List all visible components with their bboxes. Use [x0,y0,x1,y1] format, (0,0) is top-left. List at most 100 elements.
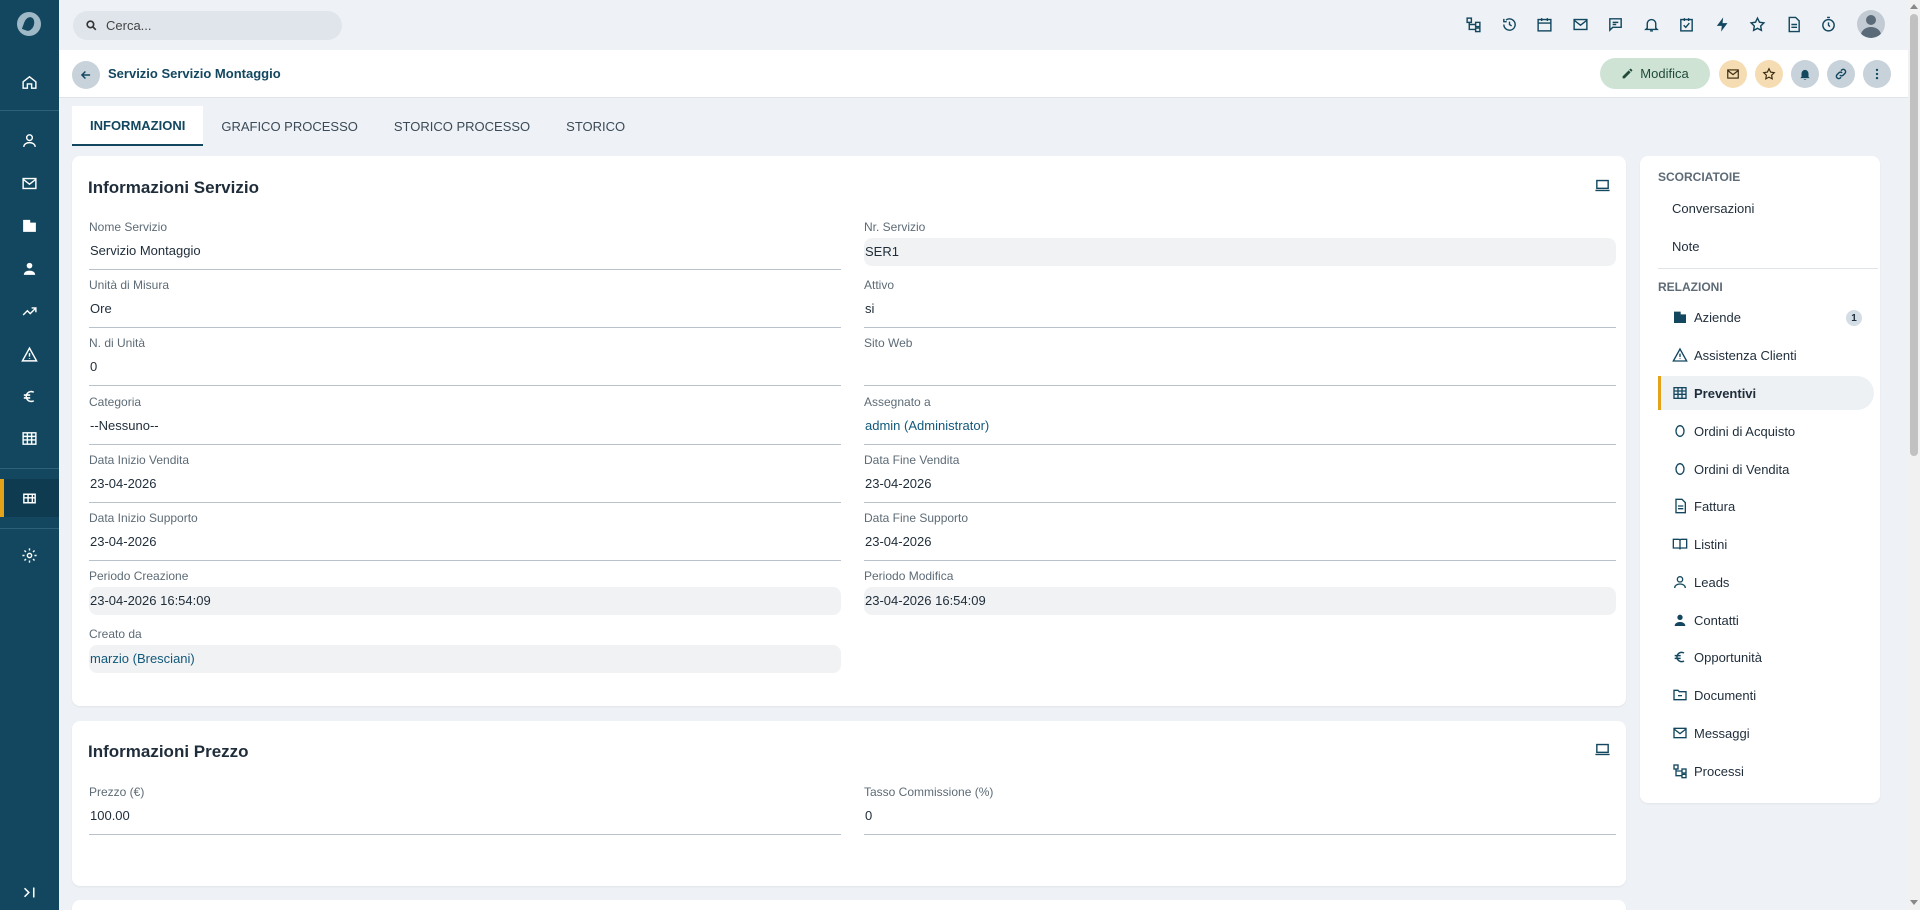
relation-ordini-acquisto[interactable]: Ordini di Acquisto [1658,414,1874,448]
link-icon [1835,68,1847,80]
relation-ordini-vendita[interactable]: Ordini di Vendita [1658,452,1874,486]
home-icon[interactable] [0,64,59,100]
relation-label: Preventivi [1694,385,1757,401]
relation-listini[interactable]: Listini [1658,527,1874,561]
relation-label: Fattura [1694,498,1736,514]
field-sito-web[interactable]: Sito Web [864,336,1616,386]
mail-icon [1727,69,1739,79]
search-box[interactable] [73,11,342,40]
field-nome-servizio[interactable]: Nome Servizio Servizio Montaggio [89,220,841,270]
tab-grafico-processo[interactable]: GRAFICO PROCESSO [203,106,376,146]
info-service-card: Informazioni Servizio Nome Servizio Servi… [72,156,1626,706]
card-title: Informazioni Servizio [88,178,259,197]
relation-messaggi[interactable]: Messaggi [1658,716,1874,750]
contact-icon [1672,612,1688,628]
warning-icon [1672,347,1688,363]
warning-icon[interactable] [0,336,59,372]
euro-icon[interactable] [0,378,59,414]
user-icon[interactable] [0,122,59,158]
relation-assistenza-clienti[interactable]: Assistenza Clienti [1658,338,1874,372]
laptop-icon[interactable] [1594,741,1611,758]
bolt-icon[interactable] [1705,12,1741,36]
avatar[interactable] [1857,10,1885,38]
more-button[interactable] [1863,60,1891,88]
relation-label: Opportunità [1694,649,1762,665]
mail-icon[interactable] [1563,12,1599,36]
field-data-fine-supporto[interactable]: Data Fine Supporto 23-04-2026 [864,511,1616,561]
follow-button[interactable] [1791,60,1819,88]
scroll-down-arrow[interactable] [1910,900,1918,905]
edit-button[interactable]: Modifica [1600,58,1710,89]
field-data-inizio-vendita[interactable]: Data Inizio Vendita 23-04-2026 [89,453,841,503]
history-icon[interactable] [1492,12,1528,36]
shortcut-note[interactable]: Note [1658,229,1874,263]
field-unita-misura[interactable]: Unità di Misura Ore [89,278,841,328]
mail-icon[interactable] [0,165,59,201]
page-scrollbar[interactable] [1908,0,1920,910]
more-vertical-icon [1875,68,1879,80]
field-n-unita[interactable]: N. di Unità 0 [89,336,841,386]
tab-informazioni[interactable]: INFORMAZIONI [72,106,204,146]
table-icon [1672,385,1688,401]
relation-label: Ordini di Vendita [1694,461,1790,477]
tab-storico-processo[interactable]: STORICO PROCESSO [376,106,548,146]
relation-label: Documenti [1694,687,1757,703]
field-assegnato-a[interactable]: Assegnato a admin (Administrator) [864,395,1616,445]
relation-label: Aziende [1694,309,1741,325]
calendar-icon[interactable] [1527,12,1563,36]
field-categoria[interactable]: Categoria --Nessuno-- [89,395,841,445]
expand-icon[interactable] [0,874,59,910]
process-icon[interactable] [1456,12,1492,36]
timer-icon[interactable] [1811,12,1847,36]
bell-icon[interactable] [1634,12,1670,36]
relation-leads[interactable]: Leads [1658,565,1874,599]
shortcut-conversazioni[interactable]: Conversazioni [1658,191,1874,225]
star-icon[interactable] [1740,12,1776,36]
relation-fattura[interactable]: Fattura [1658,489,1874,523]
relation-aziende[interactable]: Aziende 1 [1658,300,1874,334]
divider [1658,268,1878,269]
grid-icon[interactable] [0,479,59,517]
euro-icon [1672,649,1688,665]
gear-icon[interactable] [0,537,59,573]
field-prezzo[interactable]: Prezzo (€) 100.00 [89,785,841,835]
field-tasso-commissione[interactable]: Tasso Commissione (%) 0 [864,785,1616,835]
field-data-fine-vendita[interactable]: Data Fine Vendita 23-04-2026 [864,453,1616,503]
relation-label: Contatti [1694,612,1739,628]
scroll-up-arrow[interactable] [1910,4,1918,9]
logo-icon[interactable] [17,12,41,36]
top-bar [59,0,1908,50]
shortcuts-title: SCORCIATOIE [1658,170,1741,184]
relation-contatti[interactable]: Contatti [1658,603,1874,637]
laptop-icon[interactable] [1594,177,1611,194]
document-icon[interactable] [1776,12,1812,36]
user-icon [1672,574,1688,590]
scroll-thumb[interactable] [1910,14,1918,456]
record-tabs: INFORMAZIONI GRAFICO PROCESSO STORICO PR… [72,106,643,146]
favorite-button[interactable] [1755,60,1783,88]
send-email-button[interactable] [1719,60,1747,88]
next-card [72,900,1626,910]
relation-preventivi[interactable]: Preventivi [1658,376,1874,410]
field-periodo-creazione: Periodo Creazione 23-04-2026 16:54:09 [89,569,841,615]
field-nr-servizio: Nr. Servizio SER1 [864,220,1616,266]
folder-icon [1672,687,1688,703]
field-data-inizio-supporto[interactable]: Data Inizio Supporto 23-04-2026 [89,511,841,561]
back-button[interactable] [72,61,100,89]
search-input[interactable] [106,18,326,33]
trend-icon[interactable] [0,293,59,329]
table-icon[interactable] [0,420,59,456]
tab-storico[interactable]: STORICO [548,106,643,146]
relation-processi[interactable]: Processi [1658,754,1874,788]
relation-opportunita[interactable]: Opportunità [1658,640,1874,674]
relation-documenti[interactable]: Documenti [1658,678,1874,712]
building-icon[interactable] [0,207,59,243]
process-icon [1672,763,1688,779]
task-icon[interactable] [1669,12,1705,36]
chat-icon[interactable] [1598,12,1634,36]
arrow-left-icon [80,70,91,80]
contact-icon[interactable] [0,250,59,286]
field-attivo[interactable]: Attivo si [864,278,1616,328]
field-creato-da: Creato da marzio (Bresciani) [89,627,841,673]
link-button[interactable] [1827,60,1855,88]
